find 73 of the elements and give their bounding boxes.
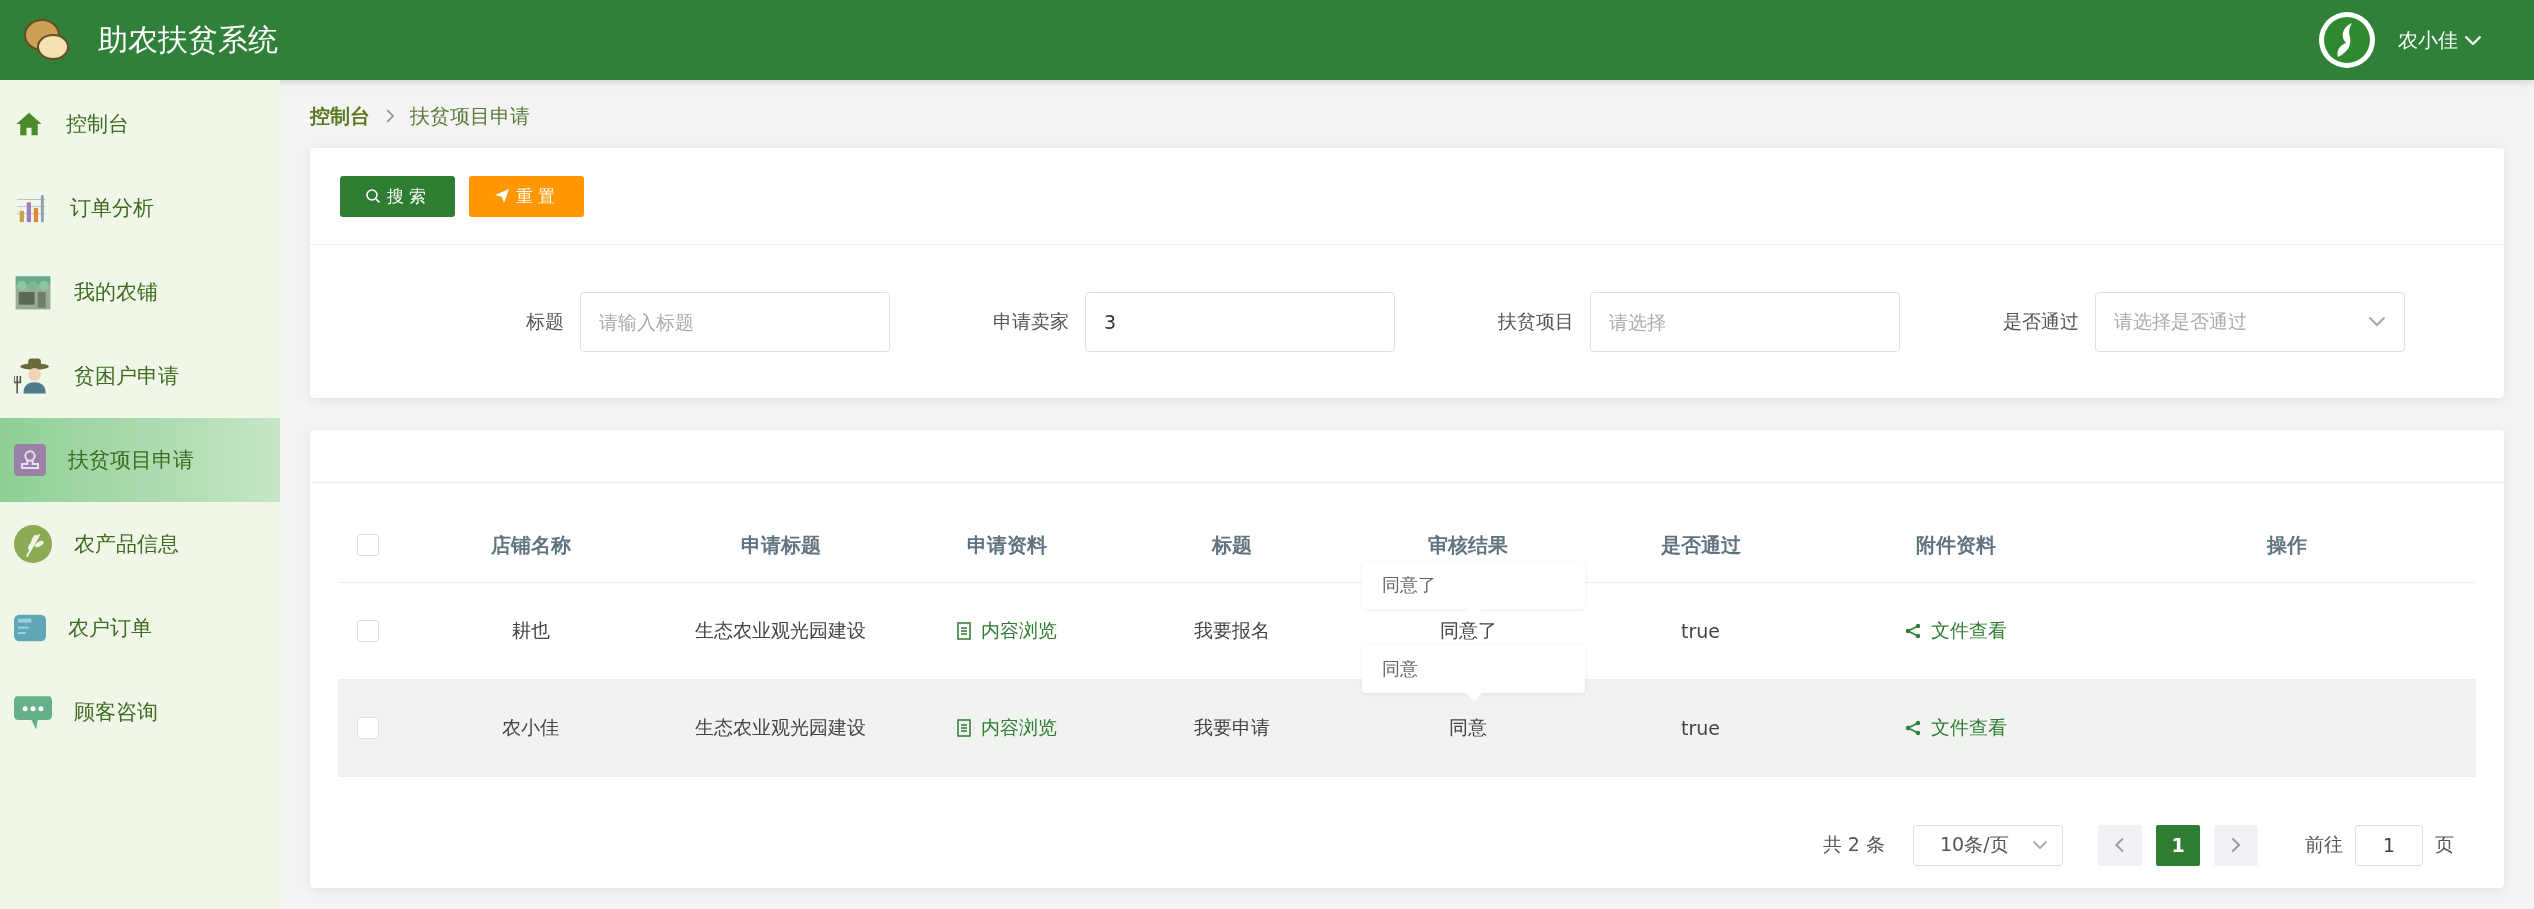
page-suffix: 页 [2435,832,2454,857]
table-cell: true [1681,620,1720,642]
input-field[interactable]: 请输入标题 [580,291,890,352]
column-header: 申请标题 [739,531,822,559]
view-content-link[interactable]: 内容浏览 [957,715,1057,741]
column-header: 申请资料 [966,531,1048,559]
sidebar-item[interactable]: 顾客咨询 [0,670,280,754]
table-cell-text: 我要报名 [1194,618,1270,643]
avatar-logo-icon [2318,11,2376,69]
chevron-right-icon [2231,837,2241,853]
document-icon [957,719,971,737]
table-cell-text: 农小佳 [502,715,559,740]
sidebar-item[interactable]: 农产品信息 [0,502,280,586]
field-label: 申请卖家 [993,308,1069,334]
breadcrumb-item: 扶贫项目申请 [410,102,531,130]
column-header: 店铺名称 [489,531,572,559]
table-cell-text: 我要申请 [1194,715,1270,740]
column-header: 操作 [2265,531,2308,559]
user-menu[interactable]: 农小佳 [2398,26,2482,54]
table-cell-text: 耕也 [511,618,550,643]
column-header: 审核结果 [1427,531,1509,559]
table-cell-text: 生态农业观光园建设 [695,618,866,643]
farmer-icon [14,357,52,395]
view-file-link[interactable]: 文件查看 [1904,618,2007,644]
table-cell-text: 同意 [1449,715,1487,740]
share-icon [1904,720,1921,736]
next-page-button[interactable] [2214,824,2258,866]
sidebar-item[interactable]: 控制台 [0,82,280,166]
checkbox[interactable] [357,717,379,739]
total-count: 共 2 条 [1822,832,1885,857]
field-label: 扶贫项目 [1498,308,1574,334]
column-header: 标题 [1210,531,1253,559]
page-button[interactable]: 1 [2156,824,2200,866]
previous-page-button[interactable] [2098,824,2142,866]
search-button[interactable]: 搜索 [340,175,455,217]
app-title: 助农扶贫系统 [98,20,278,59]
sidebar-item[interactable]: 农户订单 [0,586,280,670]
input-field[interactable]: 请选择 [1590,291,1900,352]
sidebar-item[interactable]: 我的农铺 [0,250,280,334]
document-icon [957,622,971,640]
table-cell-text: 生态农业观光园建设 [695,715,866,740]
column-header: 是否通过 [1659,531,1742,559]
column-header: 附件资料 [1914,531,1997,559]
tooltip: 同意 [1362,645,1585,701]
chevron-right-icon [386,109,395,123]
sidebar-item[interactable]: 订单分析 [0,166,280,250]
chat-bubble-icon [14,693,52,731]
shop-icon [14,273,52,311]
view-file-link[interactable]: 文件查看 [1904,715,2007,741]
chevron-down-icon [2032,840,2048,850]
field-label: 标题 [526,308,564,334]
checkbox[interactable] [357,534,379,556]
sidebar-item[interactable]: 扶贫项目申请 [0,418,280,502]
sidebar-item[interactable]: 贫困户申请 [0,334,280,418]
chevron-down-icon [2368,316,2386,327]
paper-plane-icon [493,188,510,204]
goto-label: 前往 [2305,832,2343,857]
breadcrumb-item[interactable]: 控制台 [310,102,370,130]
input-field[interactable]: 3 [1085,291,1395,352]
chevron-left-icon [2115,837,2125,853]
stamp-icon [14,444,46,476]
field-label: 是否通过 [2003,308,2079,334]
search-icon [364,188,381,204]
view-content-link[interactable]: 内容浏览 [957,618,1057,644]
table-cell-text: 同意了 [1439,618,1497,643]
checkbox[interactable] [357,620,379,642]
page-size-select[interactable]: 10条/页 [1913,824,2063,866]
potato-logo-icon [22,17,70,63]
page-number-field[interactable]: 1 [2355,824,2423,866]
chevron-down-icon [2464,34,2482,46]
table-cell: true [1681,717,1720,739]
card-icon [14,612,46,644]
share-icon [1904,623,1921,639]
